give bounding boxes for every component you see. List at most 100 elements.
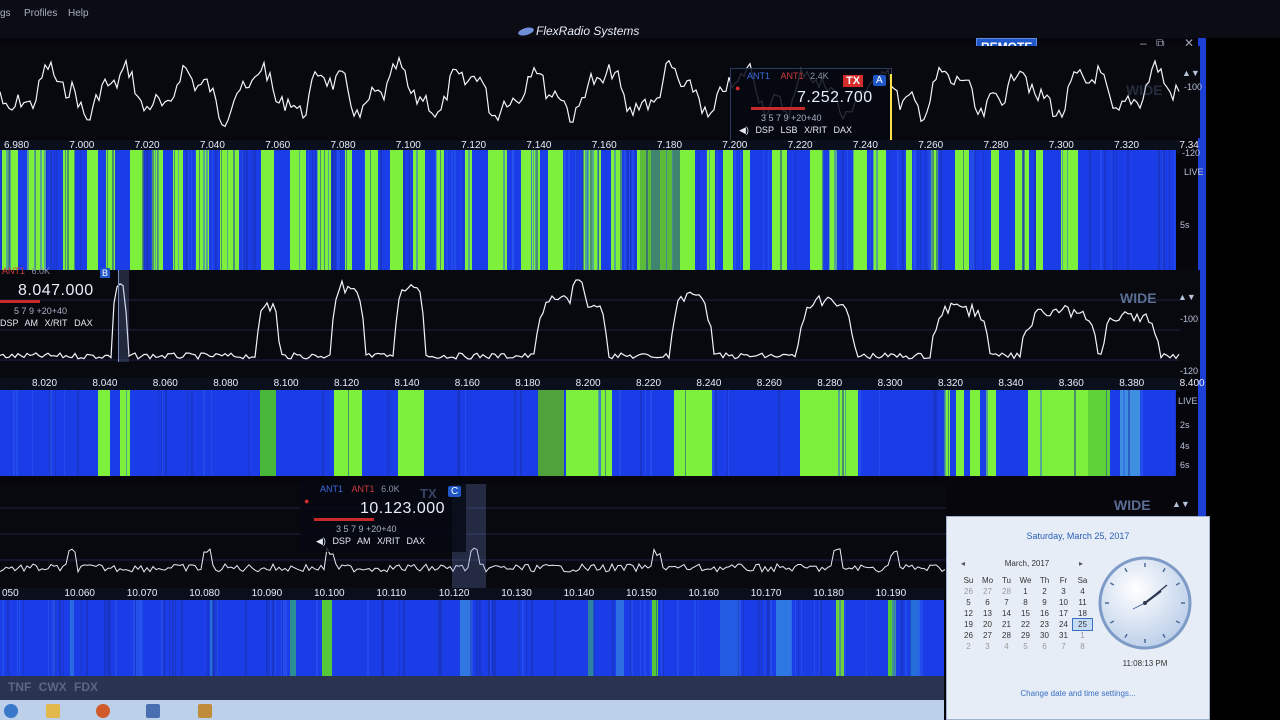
calendar-day[interactable]: 1 bbox=[1016, 586, 1035, 597]
calendar-day[interactable]: 12 bbox=[959, 608, 978, 619]
calendar-day[interactable]: 28 bbox=[997, 586, 1016, 597]
menu-help[interactable]: Help bbox=[68, 8, 89, 19]
pan-controls-icon[interactable]: ▲▼ bbox=[1182, 68, 1200, 78]
slice-c-frequency[interactable]: 10.123.000 bbox=[360, 500, 445, 518]
slice-c-rx-ant[interactable]: ANT1 bbox=[320, 484, 343, 494]
calendar-day[interactable]: 28 bbox=[997, 630, 1016, 641]
calendar-day[interactable]: 19 bbox=[959, 619, 978, 630]
slice-b[interactable]: ANT1 6.0K B 8.047.000 5 7 9 +20+40 DSP A… bbox=[0, 266, 118, 336]
menu-settings[interactable]: gs bbox=[0, 8, 11, 19]
slice-c-letter[interactable]: C bbox=[448, 486, 462, 497]
slice-b-mode-button[interactable]: AM bbox=[25, 318, 39, 328]
tnf-button[interactable]: TNF bbox=[8, 680, 31, 694]
calendar-day[interactable]: 30 bbox=[1035, 630, 1054, 641]
calendar-day[interactable]: 27 bbox=[978, 586, 997, 597]
slice-a-xrit-button[interactable]: X/RIT bbox=[804, 125, 827, 135]
waterfall-3[interactable] bbox=[0, 600, 944, 676]
app-taskbar-icon[interactable] bbox=[198, 704, 212, 718]
panadapter-2[interactable] bbox=[0, 270, 1200, 380]
calendar-day[interactable]: 26 bbox=[959, 630, 978, 641]
calendar-day[interactable]: 8 bbox=[1073, 641, 1092, 652]
calendar-day[interactable]: 3 bbox=[978, 641, 997, 652]
change-date-time-link[interactable]: Change date and time settings... bbox=[947, 689, 1209, 698]
slice-a-tx-ant[interactable]: ANT1 bbox=[781, 71, 804, 81]
calendar-day[interactable]: 9 bbox=[1035, 597, 1054, 608]
calendar-day[interactable]: 27 bbox=[978, 630, 997, 641]
slice-b-letter[interactable]: B bbox=[100, 268, 111, 278]
calendar-day[interactable]: 24 bbox=[1054, 619, 1073, 630]
calendar-day[interactable]: 20 bbox=[978, 619, 997, 630]
mute-icon-c[interactable]: ◀) bbox=[316, 536, 326, 546]
calendar-month[interactable]: March, 2017 bbox=[967, 559, 1087, 568]
waterfall-2[interactable] bbox=[0, 390, 1176, 476]
slice-a-tx-badge[interactable]: TX bbox=[843, 75, 864, 87]
fdx-button[interactable]: FDX bbox=[74, 680, 98, 694]
calendar-day[interactable]: 31 bbox=[1054, 630, 1073, 641]
calendar-day[interactable]: 25 bbox=[1072, 618, 1093, 631]
slice-a-mode-button[interactable]: LSB bbox=[780, 125, 797, 135]
calendar-full-date[interactable]: Saturday, March 25, 2017 bbox=[947, 531, 1209, 541]
calendar-day[interactable]: 4 bbox=[997, 641, 1016, 652]
slice-b-xrit-button[interactable]: X/RIT bbox=[45, 318, 68, 328]
slice-c[interactable]: ANT1 ANT1 6.0K TX C ● 10.123.000 3 5 7 9… bbox=[300, 480, 466, 552]
panadapter-1[interactable] bbox=[0, 46, 1200, 138]
smartsdr-taskbar-icon[interactable] bbox=[146, 704, 160, 718]
pan-controls-icon-3[interactable]: ▲▼ bbox=[1172, 499, 1190, 509]
cwx-button[interactable]: CWX bbox=[39, 680, 67, 694]
calendar-day[interactable]: 26 bbox=[959, 586, 978, 597]
slice-c-dax-button[interactable]: DAX bbox=[407, 536, 426, 546]
slice-a-dax-button[interactable]: DAX bbox=[834, 125, 853, 135]
calendar-day[interactable]: 14 bbox=[997, 608, 1016, 619]
slice-a[interactable]: ANT1 ANT1 2.4K TX A ● 7.252.700 3 5 7 9 … bbox=[730, 68, 892, 146]
slice-b-ant[interactable]: ANT1 bbox=[2, 266, 25, 276]
wide-indicator-3[interactable]: WIDE bbox=[1114, 497, 1151, 513]
slice-b-dsp-button[interactable]: DSP bbox=[0, 318, 19, 328]
file-explorer-icon[interactable] bbox=[46, 704, 60, 718]
slice-c-tx-badge[interactable]: TX bbox=[420, 486, 437, 501]
mute-icon[interactable]: ◀) bbox=[739, 125, 749, 135]
calendar-day[interactable]: 23 bbox=[1035, 619, 1054, 630]
calendar-day[interactable]: 7 bbox=[1054, 641, 1073, 652]
slice-a-dsp-button[interactable]: DSP bbox=[755, 125, 774, 135]
menu-profiles[interactable]: Profiles bbox=[24, 8, 57, 19]
start-button-icon[interactable] bbox=[4, 704, 18, 718]
calendar-day[interactable]: 6 bbox=[978, 597, 997, 608]
calendar-day[interactable]: 4 bbox=[1073, 586, 1092, 597]
slice-c-dsp-button[interactable]: DSP bbox=[332, 536, 351, 546]
slice-c-xrit-button[interactable]: X/RIT bbox=[377, 536, 400, 546]
calendar-day[interactable]: 2 bbox=[1035, 586, 1054, 597]
wide-indicator-2[interactable]: WIDE bbox=[1120, 290, 1157, 306]
calendar-day[interactable]: 7 bbox=[997, 597, 1016, 608]
slice-b-filter-band[interactable] bbox=[118, 270, 129, 362]
slice-b-frequency[interactable]: 8.047.000 bbox=[18, 282, 94, 300]
calendar-day[interactable]: 5 bbox=[959, 597, 978, 608]
calendar-day[interactable]: 21 bbox=[997, 619, 1016, 630]
calendar-day[interactable]: 11 bbox=[1073, 597, 1092, 608]
calendar-day[interactable]: 1 bbox=[1073, 630, 1092, 641]
record-icon[interactable]: ● bbox=[735, 83, 740, 93]
calendar-day[interactable]: 8 bbox=[1016, 597, 1035, 608]
pan-controls-icon-2[interactable]: ▲▼ bbox=[1178, 292, 1196, 302]
calendar-popup[interactable]: Saturday, March 25, 2017 ◂ March, 2017 ▸… bbox=[946, 516, 1210, 720]
calendar-day[interactable]: 13 bbox=[978, 608, 997, 619]
slice-a-frequency[interactable]: 7.252.700 bbox=[797, 89, 873, 107]
slice-c-mode-button[interactable]: AM bbox=[357, 536, 371, 546]
calendar-day[interactable]: 18 bbox=[1073, 608, 1092, 619]
next-month-icon[interactable]: ▸ bbox=[1079, 559, 1083, 568]
calendar-day[interactable]: 22 bbox=[1016, 619, 1035, 630]
prev-month-icon[interactable]: ◂ bbox=[961, 559, 965, 568]
media-player-icon[interactable] bbox=[96, 704, 110, 718]
calendar-day[interactable]: 16 bbox=[1035, 608, 1054, 619]
waterfall-1[interactable] bbox=[0, 150, 1176, 272]
slice-b-dax-button[interactable]: DAX bbox=[74, 318, 93, 328]
record-icon-c[interactable]: ● bbox=[304, 496, 309, 506]
calendar-day[interactable]: 2 bbox=[959, 641, 978, 652]
calendar-day[interactable]: 15 bbox=[1016, 608, 1035, 619]
slice-a-rx-ant[interactable]: ANT1 bbox=[747, 71, 770, 81]
slice-c-tx-ant[interactable]: ANT1 bbox=[352, 484, 375, 494]
calendar-day[interactable]: 3 bbox=[1054, 586, 1073, 597]
slice-a-letter[interactable]: A bbox=[873, 75, 886, 86]
calendar-day[interactable]: 5 bbox=[1016, 641, 1035, 652]
calendar-day[interactable]: 10 bbox=[1054, 597, 1073, 608]
calendar-day[interactable]: 6 bbox=[1035, 641, 1054, 652]
